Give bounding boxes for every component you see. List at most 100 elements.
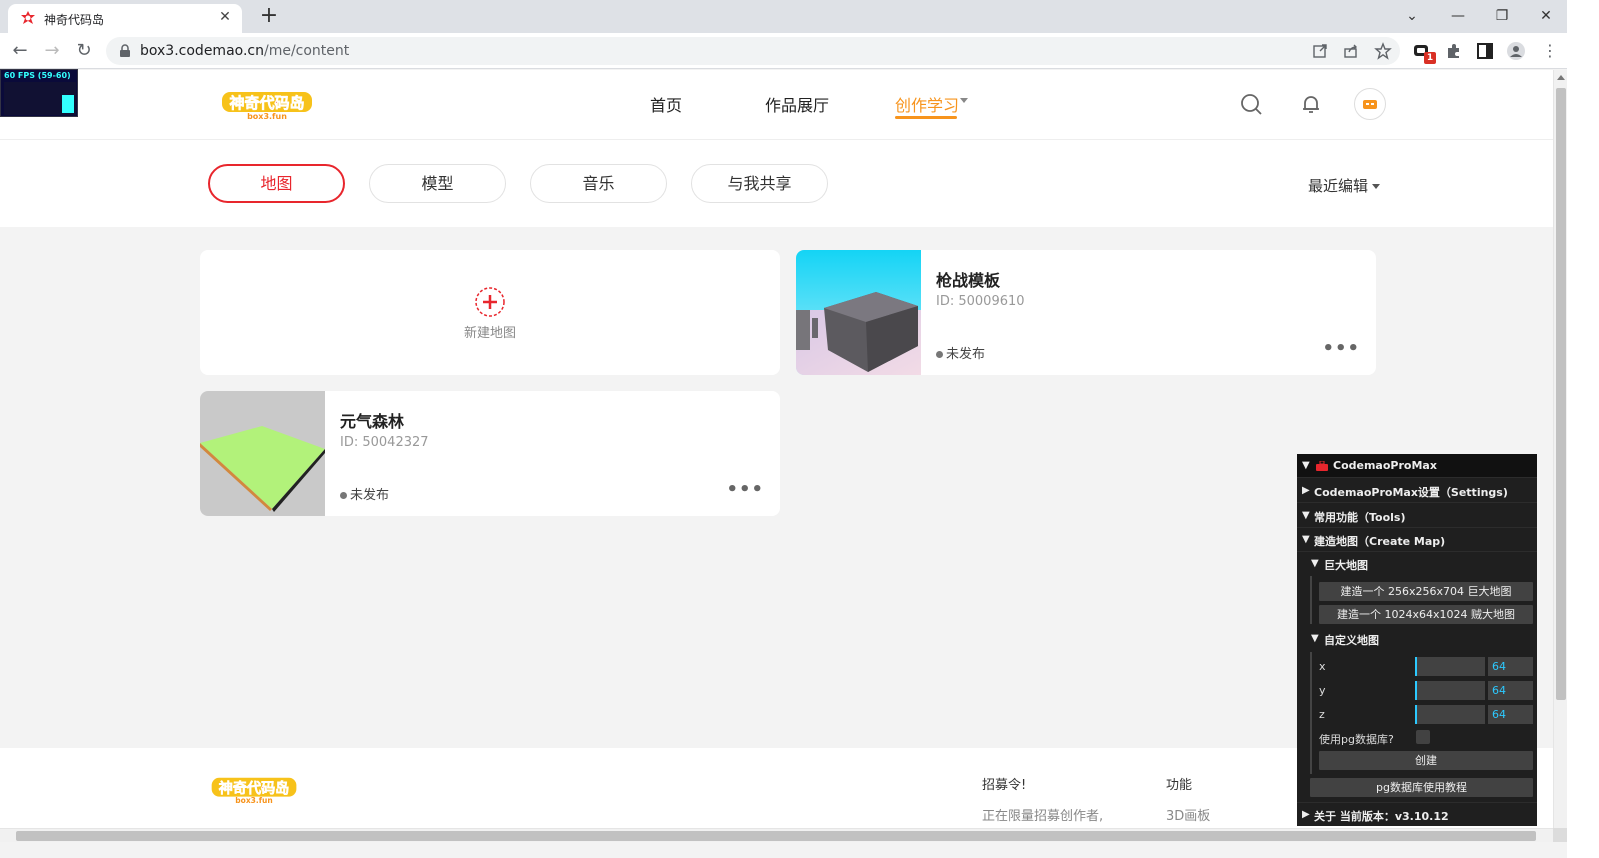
side-panel-icon[interactable] (1475, 41, 1495, 61)
field-x-label: x (1319, 660, 1326, 673)
close-window-button[interactable]: ✕ (1532, 4, 1560, 28)
horizontal-scrollbar[interactable] (0, 828, 1553, 842)
site-header: 神奇代码岛 box3.fun 首页 作品展厅 创作学习 (0, 70, 1553, 140)
folder-custom-map[interactable]: ▼ 自定义地图 (1297, 627, 1537, 651)
more-options-icon[interactable]: ••• (726, 479, 764, 500)
y-slider[interactable] (1415, 681, 1485, 700)
codemao-promax-panel: ▼ CodemaoProMax ▶ CodemaoProMax设置（Settin… (1297, 454, 1537, 826)
folder-huge-map-label: 巨大地图 (1324, 559, 1368, 572)
map-card[interactable]: 元气森林 ID: 50042327 未发布 ••• (200, 391, 780, 516)
tab-close-icon[interactable]: ✕ (216, 8, 234, 26)
map-card[interactable]: 枪战模板 ID: 50009610 未发布 ••• (796, 250, 1376, 375)
chevron-right-icon: ▶ (1302, 809, 1310, 820)
site-logo[interactable]: 神奇代码岛 box3.fun (220, 88, 315, 122)
status-dot-icon (936, 351, 943, 358)
nav-active-indicator (895, 116, 957, 119)
tab-search-icon[interactable]: ⌄ (1398, 4, 1426, 28)
folder-about-label: 关于 当前版本：v3.10.12 (1314, 810, 1449, 823)
map-id: ID: 50009610 (936, 294, 1025, 309)
more-options-icon[interactable]: ••• (1322, 338, 1360, 359)
restore-button[interactable]: ❐ (1488, 4, 1516, 28)
footer-recruit-text[interactable]: 正在限量招募创作者, (982, 805, 1103, 824)
scrollbar-corner (1553, 828, 1567, 842)
vertical-scroll-thumb[interactable] (1556, 88, 1566, 700)
avatar[interactable] (1354, 88, 1386, 120)
status-dot-icon (340, 492, 347, 499)
folder-settings-label: CodemaoProMax设置（Settings) (1314, 486, 1508, 499)
y-value-input[interactable]: 64 (1488, 681, 1533, 700)
browser-tab[interactable]: 神奇代码岛 ✕ (8, 4, 242, 33)
url-text: box3.codemao.cn/me/content (140, 43, 349, 59)
vertical-scrollbar[interactable] (1553, 70, 1567, 828)
footer-feature-link[interactable]: 3D画板 (1166, 805, 1210, 824)
z-slider[interactable] (1415, 705, 1485, 724)
back-button[interactable]: ← (8, 39, 32, 63)
extension-badge: 1 (1424, 52, 1436, 64)
status-badge: 未发布 (936, 343, 985, 362)
chevron-down-icon: ▼ (1311, 633, 1319, 644)
chevron-down-icon[interactable] (960, 98, 968, 103)
minimize-button[interactable]: — (1444, 4, 1472, 28)
browser-menu-icon[interactable]: ⋮ (1540, 41, 1560, 61)
footer-recruit-title: 招募令! (982, 778, 1027, 793)
map-thumbnail (200, 391, 325, 516)
address-bar[interactable]: box3.codemao.cn/me/content (106, 37, 1400, 65)
nav-gallery[interactable]: 作品展厅 (765, 92, 829, 116)
create-giant-map-button[interactable]: 建造一个 1024x64x1024 贼大地图 (1319, 605, 1533, 624)
folder-settings[interactable]: ▶ CodemaoProMax设置（Settings) (1297, 479, 1537, 503)
pg-tutorial-button[interactable]: pg数据库使用教程 (1310, 778, 1533, 797)
sort-label: 最近编辑 (1308, 177, 1369, 195)
lock-icon (120, 44, 130, 57)
forward-button[interactable]: → (40, 39, 64, 63)
new-map-label: 新建地图 (463, 326, 516, 341)
filter-model[interactable]: 模型 (369, 164, 506, 203)
z-value-input[interactable]: 64 (1488, 705, 1533, 724)
x-value-input[interactable]: 64 (1488, 657, 1533, 676)
filter-map[interactable]: 地图 (208, 164, 345, 203)
url-path: /me/content (263, 43, 350, 59)
nav-create-learn[interactable]: 创作学习 (895, 92, 959, 116)
status-badge: 未发布 (340, 484, 389, 503)
gui-indent-line (1310, 576, 1312, 624)
share-icon[interactable] (1342, 42, 1360, 60)
sort-dropdown[interactable]: 最近编辑 (1308, 175, 1381, 196)
new-tab-button[interactable]: + (256, 4, 282, 30)
tab-title: 神奇代码岛 (44, 13, 105, 27)
extensions-puzzle-icon[interactable] (1444, 41, 1464, 61)
gui-title-bar[interactable]: ▼ CodemaoProMax (1297, 454, 1537, 478)
bell-icon[interactable] (1299, 92, 1323, 116)
chevron-down-icon (1372, 184, 1381, 189)
create-button[interactable]: 创建 (1319, 751, 1533, 770)
filter-shared[interactable]: 与我共享 (691, 164, 828, 203)
folder-about[interactable]: ▶ 关于 当前版本：v3.10.12 (1297, 802, 1537, 826)
browser-toolbar: ← → ↻ box3.codemao.cn/me/content ⋮ (0, 33, 1599, 69)
folder-create-map[interactable]: ▼ 建造地图（Create Map) (1297, 528, 1537, 552)
footer-logo[interactable]: 神奇代码岛 box3.fun (207, 774, 302, 806)
fps-bar (62, 95, 74, 113)
field-z-label: z (1319, 708, 1325, 721)
use-pg-label: 使用pg数据库? (1319, 733, 1394, 746)
footer-feature-title: 功能 (1166, 778, 1193, 793)
filter-bar: 地图 模型 音乐 与我共享 最近编辑 (0, 140, 1553, 227)
x-slider[interactable] (1415, 657, 1485, 676)
folder-custom-map-label: 自定义地图 (1324, 634, 1379, 647)
search-icon[interactable] (1239, 92, 1263, 116)
folder-huge-map[interactable]: ▼ 巨大地图 (1297, 552, 1537, 576)
create-huge-map-button[interactable]: 建造一个 256x256x704 巨大地图 (1319, 582, 1533, 601)
profile-icon[interactable] (1506, 41, 1526, 61)
status-text: 未发布 (946, 347, 986, 362)
reload-button[interactable]: ↻ (72, 39, 96, 63)
chevron-down-icon: ▼ (1311, 558, 1319, 569)
fps-graph (4, 82, 76, 115)
horizontal-scroll-thumb[interactable] (16, 831, 1536, 841)
bookmark-star-icon[interactable] (1374, 42, 1392, 60)
nav-home[interactable]: 首页 (650, 92, 682, 116)
folder-tools[interactable]: ▼ 常用功能（Tools) (1297, 504, 1537, 528)
map-title: 枪战模板 (936, 271, 1001, 290)
new-map-card[interactable]: 新建地图 (200, 250, 780, 375)
use-pg-checkbox[interactable] (1416, 730, 1430, 744)
open-in-app-icon[interactable] (1311, 42, 1329, 60)
filter-music[interactable]: 音乐 (530, 164, 667, 203)
scroll-up-icon[interactable] (1557, 75, 1565, 80)
status-text: 未发布 (350, 488, 390, 503)
